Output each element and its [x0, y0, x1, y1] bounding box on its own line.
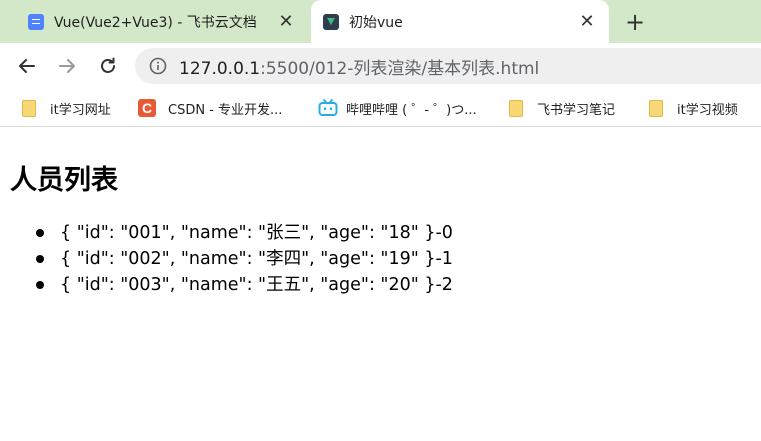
bullet-icon — [36, 255, 44, 263]
page-content: 人员列表 { "id": "001", "name": "张三", "age":… — [0, 128, 761, 441]
bookmark-bilibili[interactable]: 哔哩哔哩 ( ゜- ゜)つ... — [318, 97, 477, 119]
csdn-icon: C — [138, 99, 156, 117]
tab-title: Vue(Vue2+Vue3) - 飞书云文档 — [54, 14, 257, 31]
bookmark-label: CSDN - 专业开发... — [168, 102, 283, 118]
arrow-left-icon — [19, 59, 35, 73]
list-item-text: { "id": "003", "name": "王五", "age": "20"… — [60, 275, 453, 295]
close-icon[interactable]: ✕ — [276, 11, 296, 32]
reload-icon — [101, 57, 115, 73]
new-tab-button[interactable]: + — [622, 8, 648, 36]
bookmark-label: 哔哩哔哩 ( ゜- ゜)つ... — [346, 102, 477, 118]
folder-icon — [509, 99, 523, 117]
list-item: { "id": "001", "name": "张三", "age": "18"… — [36, 220, 453, 246]
url-text: 127.0.0.1:5500/012-列表渲染/基本列表.html — [179, 54, 539, 79]
url-path: :5500/012-列表渲染/基本列表.html — [260, 58, 540, 79]
info-icon[interactable] — [149, 57, 167, 75]
close-icon[interactable]: ✕ — [577, 11, 597, 32]
forward-button[interactable] — [55, 54, 79, 78]
bullet-icon — [36, 281, 44, 289]
list-item: { "id": "003", "name": "王五", "age": "20"… — [36, 272, 453, 298]
reload-button[interactable] — [96, 54, 120, 78]
address-bar[interactable]: 127.0.0.1:5500/012-列表渲染/基本列表.html — [135, 48, 761, 84]
bookmark-it-videos[interactable]: it学习视频 — [649, 97, 738, 119]
bookmark-csdn[interactable]: C CSDN - 专业开发... — [138, 97, 282, 119]
page-title: 人员列表 — [10, 165, 118, 196]
arrow-right-icon — [59, 59, 75, 73]
bilibili-icon — [318, 99, 338, 116]
bookmarks-bar: it学习网址 C CSDN - 专业开发... 哔哩哔哩 ( ゜- ゜)つ...… — [0, 89, 761, 127]
folder-icon — [649, 99, 663, 117]
tab-feishu-doc[interactable]: Vue(Vue2+Vue3) - 飞书云文档 ✕ — [0, 0, 308, 43]
back-button[interactable] — [15, 54, 39, 78]
list-item: { "id": "002", "name": "李四", "age": "19"… — [36, 246, 453, 272]
folder-icon — [22, 99, 36, 117]
bullet-icon — [36, 229, 44, 237]
url-host: 127.0.0.1 — [179, 58, 261, 79]
person-list: { "id": "001", "name": "张三", "age": "18"… — [36, 220, 453, 298]
bookmark-label: 飞书学习笔记 — [537, 102, 616, 118]
list-item-text: { "id": "001", "name": "张三", "age": "18"… — [60, 223, 453, 243]
list-item-text: { "id": "002", "name": "李四", "age": "19"… — [60, 249, 453, 269]
bookmark-label: it学习视频 — [677, 102, 738, 118]
vue-icon — [323, 13, 339, 30]
bookmark-feishu-notes[interactable]: 飞书学习笔记 — [509, 97, 615, 119]
tab-strip: Vue(Vue2+Vue3) - 飞书云文档 ✕ 初始vue ✕ + — [0, 0, 761, 43]
bookmark-it-sites[interactable]: it学习网址 — [22, 97, 111, 119]
tab-vue[interactable]: 初始vue ✕ — [311, 0, 609, 43]
doc-icon — [28, 13, 44, 30]
tab-title: 初始vue — [349, 14, 403, 31]
bookmark-label: it学习网址 — [50, 102, 111, 118]
browser-toolbar: 127.0.0.1:5500/012-列表渲染/基本列表.html — [0, 43, 761, 89]
